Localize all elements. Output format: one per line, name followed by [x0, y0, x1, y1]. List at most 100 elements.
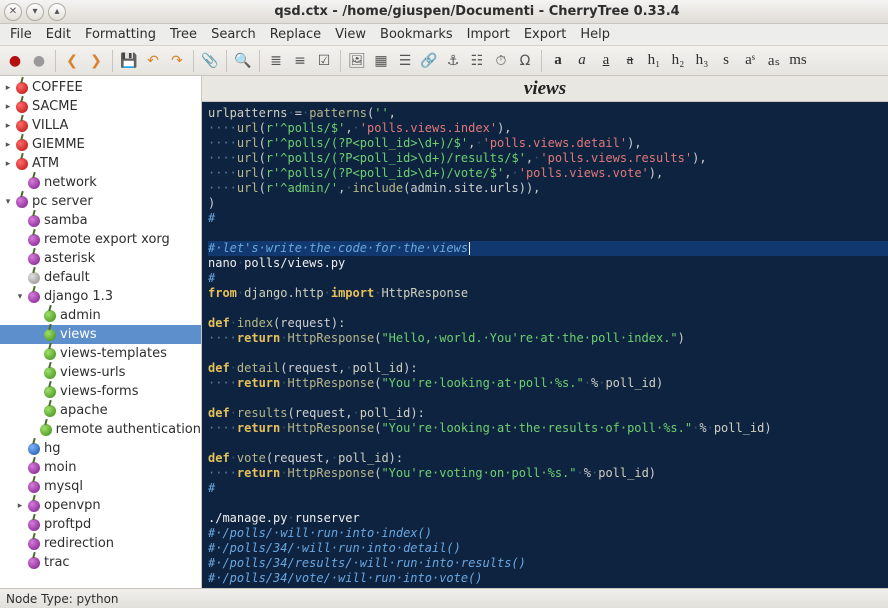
insert-link-icon[interactable]: 🔗 — [418, 50, 440, 72]
chevron-right-icon[interactable]: ▸ — [2, 139, 14, 151]
close-window-button[interactable]: ✕ — [4, 3, 22, 21]
code-line[interactable]: nano·polls/views.py — [208, 256, 888, 271]
code-line[interactable] — [208, 496, 888, 511]
tree-node-apache[interactable]: ▸apache — [0, 401, 201, 420]
grey-cherry-icon[interactable]: ● — [28, 50, 50, 72]
tree-node-coffee[interactable]: ▸COFFEE — [0, 78, 201, 97]
tree-node-moin[interactable]: ▸moin — [0, 458, 201, 477]
tree-panel[interactable]: ▸COFFEE▸SACME▸VILLA▸GIEMME▸ATM▸network▾p… — [0, 76, 202, 588]
tree-node-views-forms[interactable]: ▸views-forms — [0, 382, 201, 401]
menu-search[interactable]: Search — [205, 25, 262, 44]
code-line[interactable]: #·/polls/34/·will·run·into·detail() — [208, 541, 888, 556]
menu-bookmarks[interactable]: Bookmarks — [374, 25, 459, 44]
maximize-window-button[interactable]: ▴ — [48, 3, 66, 21]
tree-node-asterisk[interactable]: ▸asterisk — [0, 249, 201, 268]
chevron-right-icon[interactable]: ▸ — [2, 158, 14, 170]
code-line[interactable]: # — [208, 211, 888, 226]
code-line[interactable]: ./manage.py·runserver — [208, 511, 888, 526]
menu-formatting[interactable]: Formatting — [79, 25, 162, 44]
code-line[interactable]: #·/polls/34/results/·will·run·into·resul… — [208, 556, 888, 571]
chevron-down-icon[interactable]: ▾ — [2, 196, 14, 208]
fmt-bold-icon[interactable]: a — [547, 50, 569, 72]
code-line[interactable]: ····return·HttpResponse("You're·looking·… — [208, 421, 888, 436]
insert-toc-icon[interactable]: ☷ — [466, 50, 488, 72]
tree-node-views[interactable]: ▸views — [0, 325, 201, 344]
menu-edit[interactable]: Edit — [40, 25, 77, 44]
fmt-mono-icon[interactable]: ms — [787, 50, 809, 72]
tree-node-admin[interactable]: ▸admin — [0, 306, 201, 325]
tree-node-openvpn[interactable]: ▸openvpn — [0, 496, 201, 515]
nav-back-icon[interactable]: ❮ — [61, 50, 83, 72]
fmt-super-icon[interactable]: aˢ — [739, 50, 761, 72]
tree-node-remote-export-xorg[interactable]: ▸remote export xorg — [0, 230, 201, 249]
fmt-h2-icon[interactable]: h₂ — [667, 50, 689, 72]
code-line[interactable]: ····return·HttpResponse("You're·looking·… — [208, 376, 888, 391]
code-line[interactable]: ····url(r'^admin/',·include(admin.site.u… — [208, 181, 888, 196]
search-icon[interactable]: 🔍 — [232, 50, 254, 72]
code-line[interactable]: #·/polls/34/vote/·will·run·into·vote() — [208, 571, 888, 586]
nav-forward-icon[interactable]: ❯ — [85, 50, 107, 72]
code-line[interactable]: ····url(r'^polls/(?P<poll_id>\d+)/$',·'p… — [208, 136, 888, 151]
insert-image-icon[interactable]: 🖼 — [346, 50, 368, 72]
chevron-right-icon[interactable]: ▸ — [14, 500, 26, 512]
chevron-right-icon[interactable]: ▸ — [2, 120, 14, 132]
code-line[interactable] — [208, 226, 888, 241]
code-line[interactable]: urlpatterns·=·patterns('', — [208, 106, 888, 121]
code-editor[interactable]: urlpatterns·=·patterns('', ····url(r'^pol… — [202, 102, 888, 588]
fmt-h1-icon[interactable]: h₁ — [643, 50, 665, 72]
insert-table-icon[interactable]: ▦ — [370, 50, 392, 72]
menu-tree[interactable]: Tree — [164, 25, 203, 44]
tree-node-default[interactable]: ▸default — [0, 268, 201, 287]
red-cherry-icon[interactable]: ● — [4, 50, 26, 72]
insert-special-icon[interactable]: Ω — [514, 50, 536, 72]
code-line[interactable]: def·results(request,·poll_id): — [208, 406, 888, 421]
tree-node-proftpd[interactable]: ▸proftpd — [0, 515, 201, 534]
save-icon[interactable]: 💾 — [118, 50, 140, 72]
code-line[interactable]: #·/polls/·will·run·into·index() — [208, 526, 888, 541]
code-line[interactable]: ····return·HttpResponse("Hello,·world.·Y… — [208, 331, 888, 346]
list-todo-icon[interactable]: ☑ — [313, 50, 335, 72]
code-line[interactable]: ····url(r'^polls/(?P<poll_id>\d+)/vote/$… — [208, 166, 888, 181]
tree-node-sacme[interactable]: ▸SACME — [0, 97, 201, 116]
code-line[interactable] — [208, 391, 888, 406]
fmt-sub-icon[interactable]: aₛ — [763, 50, 785, 72]
minimize-window-button[interactable]: ▾ — [26, 3, 44, 21]
fmt-italic-icon[interactable]: a — [571, 50, 593, 72]
menu-import[interactable]: Import — [461, 25, 516, 44]
list-bullet-icon[interactable]: ≣ — [265, 50, 287, 72]
tree-node-views-urls[interactable]: ▸views-urls — [0, 363, 201, 382]
tree-node-network[interactable]: ▸network — [0, 173, 201, 192]
chevron-down-icon[interactable]: ▾ — [14, 291, 26, 303]
redo-icon[interactable]: ↷ — [166, 50, 188, 72]
menu-help[interactable]: Help — [574, 25, 616, 44]
insert-timestamp-icon[interactable]: ⏱ — [490, 50, 512, 72]
menu-view[interactable]: View — [329, 25, 372, 44]
fmt-strike-icon[interactable]: a — [619, 50, 641, 72]
fmt-underline-icon[interactable]: a — [595, 50, 617, 72]
tree-node-views-templates[interactable]: ▸views-templates — [0, 344, 201, 363]
code-line[interactable]: from·django.http·import·HttpResponse — [208, 286, 888, 301]
code-line[interactable] — [208, 346, 888, 361]
fmt-h3-icon[interactable]: h₃ — [691, 50, 713, 72]
code-line[interactable]: #·let's·write·the·code·for·the·views — [208, 241, 888, 256]
tree-node-redirection[interactable]: ▸redirection — [0, 534, 201, 553]
undo-icon[interactable]: ↶ — [142, 50, 164, 72]
code-line[interactable]: def·index(request): — [208, 316, 888, 331]
tree-node-villa[interactable]: ▸VILLA — [0, 116, 201, 135]
tree-node-trac[interactable]: ▸trac — [0, 553, 201, 572]
code-line[interactable] — [208, 301, 888, 316]
tree-node-giemme[interactable]: ▸GIEMME — [0, 135, 201, 154]
code-line[interactable]: # — [208, 481, 888, 496]
insert-codebox-icon[interactable]: ☰ — [394, 50, 416, 72]
chevron-right-icon[interactable]: ▸ — [2, 101, 14, 113]
insert-anchor-icon[interactable]: ⚓ — [442, 50, 464, 72]
code-line[interactable]: def·vote(request,·poll_id): — [208, 451, 888, 466]
menu-file[interactable]: File — [4, 25, 38, 44]
menu-replace[interactable]: Replace — [264, 25, 327, 44]
attach-icon[interactable]: 📎 — [199, 50, 221, 72]
list-number-icon[interactable]: ≡ — [289, 50, 311, 72]
fmt-small-icon[interactable]: s — [715, 50, 737, 72]
tree-node-django-1-3[interactable]: ▾django 1.3 — [0, 287, 201, 306]
chevron-right-icon[interactable]: ▸ — [2, 82, 14, 94]
tree-node-atm[interactable]: ▸ATM — [0, 154, 201, 173]
